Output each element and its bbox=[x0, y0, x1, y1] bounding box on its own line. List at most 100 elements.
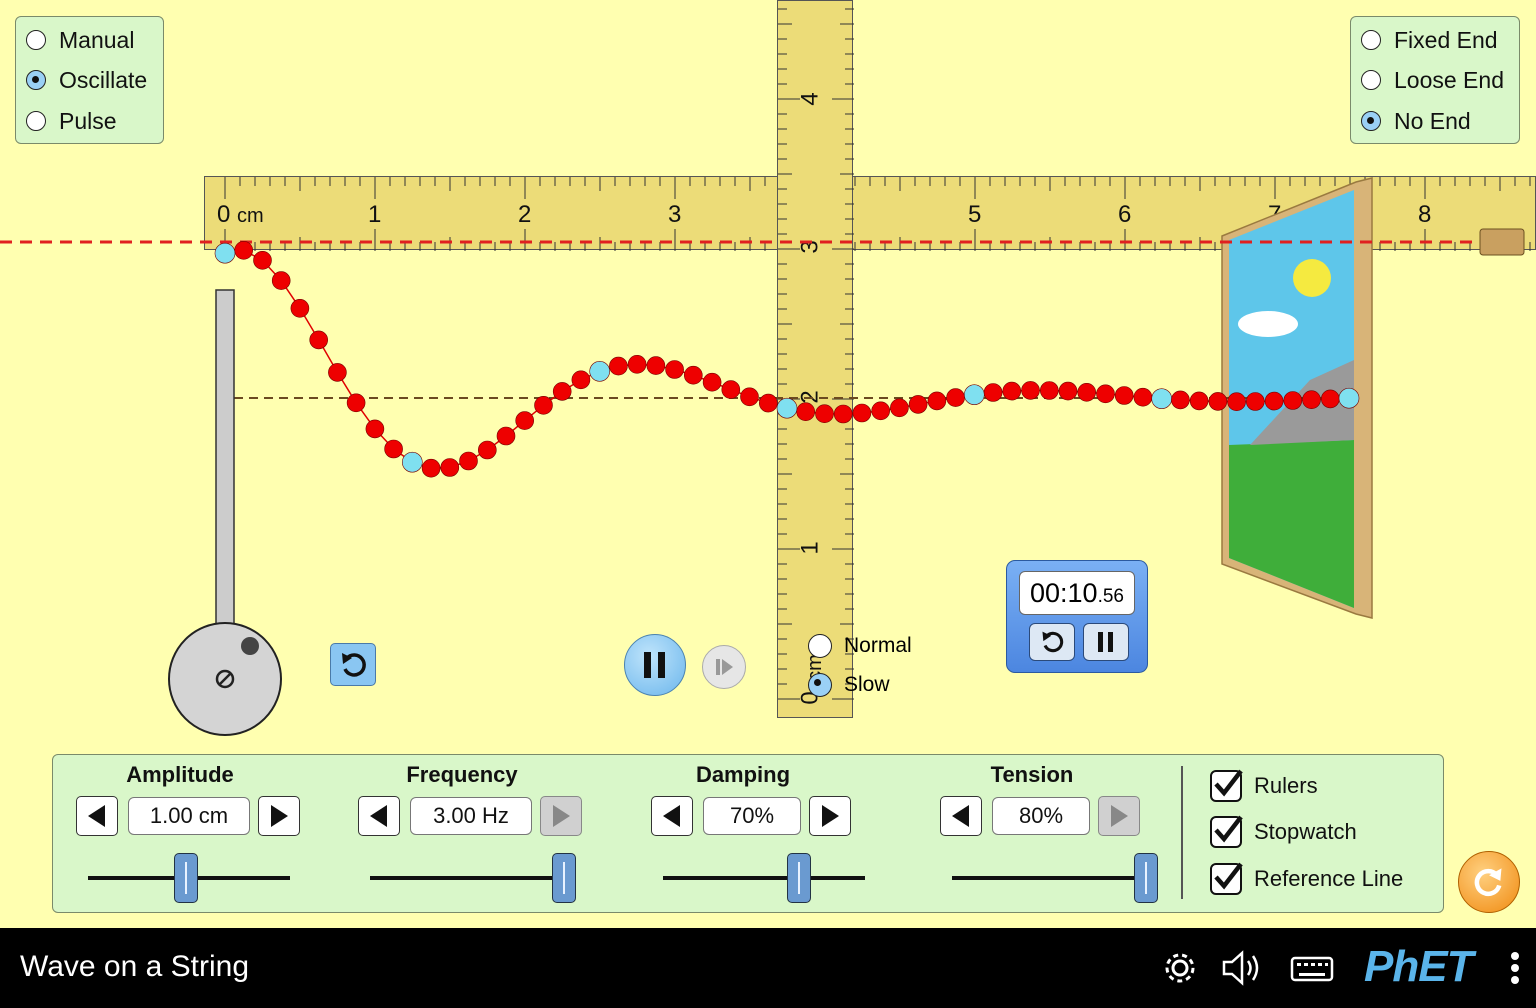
rulers-checkbox[interactable] bbox=[1210, 769, 1243, 802]
bead[interactable] bbox=[665, 360, 684, 379]
bead[interactable] bbox=[740, 387, 759, 407]
bead[interactable] bbox=[627, 354, 647, 374]
bead[interactable] bbox=[477, 440, 497, 460]
bead[interactable] bbox=[796, 402, 816, 422]
bead[interactable] bbox=[758, 393, 778, 413]
bead[interactable] bbox=[983, 383, 1003, 402]
normal-radio[interactable] bbox=[808, 634, 832, 658]
bead[interactable] bbox=[421, 458, 441, 478]
reference-line-checkbox[interactable] bbox=[1210, 862, 1243, 895]
amplitude-decrease-button[interactable] bbox=[76, 796, 118, 836]
phet-logo[interactable]: PhET bbox=[1364, 942, 1473, 992]
pause-button[interactable] bbox=[624, 634, 686, 696]
stopwatch-checkbox-row[interactable]: Stopwatch bbox=[1210, 814, 1357, 850]
bead[interactable] bbox=[1040, 381, 1059, 400]
bead[interactable] bbox=[776, 397, 798, 419]
bead[interactable] bbox=[609, 356, 628, 376]
tension-slider-track[interactable] bbox=[952, 876, 1154, 880]
bead[interactable] bbox=[927, 391, 947, 411]
bead[interactable] bbox=[515, 411, 535, 430]
bead[interactable] bbox=[459, 451, 478, 471]
frequency-slider-thumb[interactable] bbox=[552, 853, 576, 903]
restart-wave-button[interactable] bbox=[330, 643, 376, 686]
stopwatch-reset-button[interactable] bbox=[1029, 623, 1075, 661]
bead[interactable] bbox=[271, 271, 291, 290]
rulers-checkbox-row[interactable]: Rulers bbox=[1210, 768, 1318, 804]
damping-slider-track[interactable] bbox=[663, 876, 865, 880]
frequency-title: Frequency bbox=[406, 762, 518, 787]
bead[interactable] bbox=[496, 426, 516, 446]
reference-line-handle[interactable] bbox=[1479, 228, 1525, 256]
bead[interactable] bbox=[1077, 382, 1096, 402]
bead[interactable] bbox=[1208, 392, 1228, 411]
bead[interactable] bbox=[1133, 387, 1153, 407]
bead[interactable] bbox=[1021, 381, 1040, 400]
bead[interactable] bbox=[1264, 391, 1284, 411]
bead[interactable] bbox=[721, 380, 741, 399]
more-options-icon[interactable] bbox=[1508, 948, 1522, 988]
bead[interactable] bbox=[328, 363, 347, 382]
bead[interactable] bbox=[683, 365, 703, 385]
speed-normal[interactable]: Normal bbox=[808, 632, 912, 660]
bead[interactable] bbox=[963, 384, 985, 406]
keyboard-icon[interactable] bbox=[1289, 948, 1335, 988]
bead[interactable] bbox=[253, 250, 272, 270]
bead[interactable] bbox=[815, 404, 834, 424]
bead[interactable] bbox=[1114, 386, 1134, 405]
damping-increase-button[interactable] bbox=[809, 796, 851, 836]
bead[interactable] bbox=[1246, 392, 1265, 411]
bead[interactable] bbox=[1283, 391, 1303, 410]
bead[interactable] bbox=[946, 388, 965, 407]
bead[interactable] bbox=[234, 241, 253, 260]
damping-slider-thumb[interactable] bbox=[787, 853, 812, 903]
bead[interactable] bbox=[852, 403, 872, 423]
bead[interactable] bbox=[214, 242, 236, 264]
bead[interactable] bbox=[1302, 390, 1321, 410]
sound-icon[interactable] bbox=[1220, 948, 1266, 988]
tension-decrease-button[interactable] bbox=[940, 796, 982, 836]
slow-radio[interactable] bbox=[808, 673, 832, 697]
bead[interactable] bbox=[1321, 389, 1340, 409]
damping-decrease-button[interactable] bbox=[651, 796, 693, 836]
bead[interactable] bbox=[890, 398, 909, 418]
frequency-decrease-button[interactable] bbox=[358, 796, 400, 836]
bead[interactable] bbox=[1171, 390, 1190, 410]
bead[interactable] bbox=[440, 458, 460, 477]
bead[interactable] bbox=[534, 395, 553, 415]
bead[interactable] bbox=[365, 419, 385, 439]
stopwatch-pause-button[interactable] bbox=[1083, 623, 1129, 661]
settings-gear-icon[interactable] bbox=[1160, 948, 1200, 988]
amplitude-increase-button[interactable] bbox=[258, 796, 300, 836]
speed-slow[interactable]: Slow bbox=[808, 671, 890, 699]
stopwatch-checkbox[interactable] bbox=[1210, 815, 1243, 848]
bead[interactable] bbox=[1096, 384, 1115, 404]
bead[interactable] bbox=[1227, 392, 1246, 412]
reset-all-button[interactable] bbox=[1458, 851, 1520, 913]
stopwatch[interactable]: 00:10.56 bbox=[1006, 560, 1148, 673]
bead[interactable] bbox=[346, 393, 366, 413]
bead[interactable] bbox=[646, 356, 666, 375]
bead[interactable] bbox=[290, 298, 310, 318]
bead[interactable] bbox=[1151, 388, 1172, 410]
bead[interactable] bbox=[1338, 387, 1360, 409]
bead[interactable] bbox=[1058, 381, 1078, 401]
amplitude-slider-thumb[interactable] bbox=[174, 853, 198, 903]
bead[interactable] bbox=[833, 404, 853, 424]
bead[interactable] bbox=[1189, 391, 1209, 411]
step-button[interactable] bbox=[702, 645, 746, 689]
bead[interactable] bbox=[401, 451, 423, 473]
frequency-slider-track[interactable] bbox=[370, 876, 572, 880]
bead[interactable] bbox=[908, 395, 928, 414]
reference-line-checkbox-row[interactable]: Reference Line bbox=[1210, 861, 1403, 897]
tension-increase-button[interactable] bbox=[1098, 796, 1140, 836]
bead[interactable] bbox=[384, 439, 403, 459]
bead[interactable] bbox=[571, 370, 591, 390]
bead[interactable] bbox=[1002, 381, 1022, 401]
bead[interactable] bbox=[871, 401, 891, 421]
frequency-increase-button[interactable] bbox=[540, 796, 582, 836]
bead[interactable] bbox=[589, 360, 611, 382]
tension-slider-thumb[interactable] bbox=[1134, 853, 1158, 903]
bead[interactable] bbox=[702, 372, 722, 392]
bead[interactable] bbox=[552, 382, 572, 401]
bead[interactable] bbox=[309, 330, 329, 350]
